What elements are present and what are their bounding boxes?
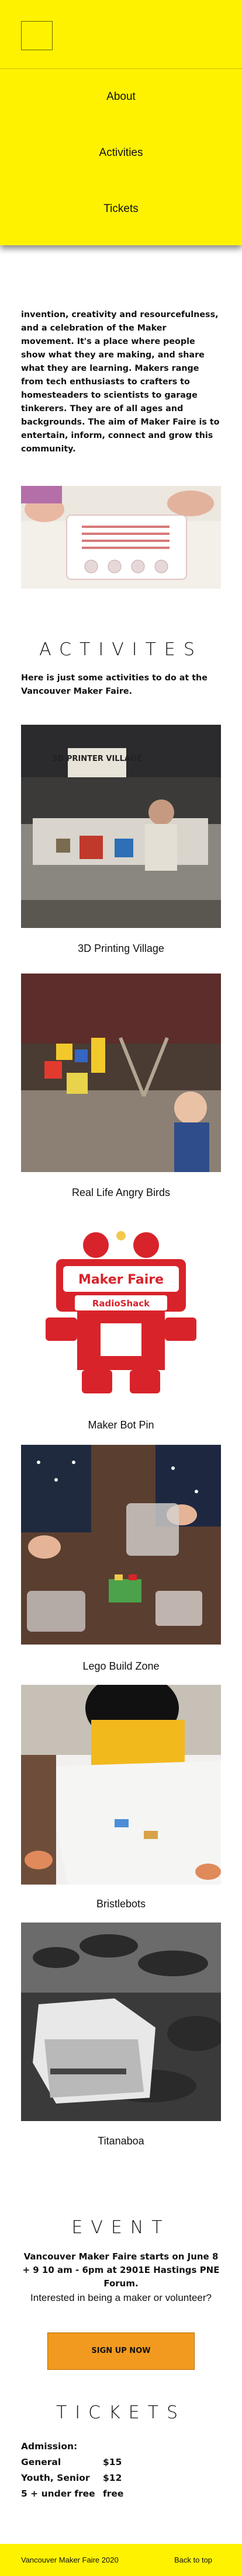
activity-caption: Real Life Angry Birds bbox=[71, 1187, 171, 1198]
ticket-label: Youth, Senior bbox=[21, 2473, 90, 2483]
ticket-label: 5 + under free bbox=[21, 2488, 95, 2499]
ticket-price: $15 bbox=[103, 2457, 122, 2467]
site-nav: About Activities Tickets bbox=[0, 0, 242, 245]
ticket-row: 5 + under free free bbox=[21, 2486, 138, 2502]
nav-link-activities[interactable]: Activities bbox=[0, 125, 242, 181]
ticket-label: General bbox=[21, 2457, 61, 2467]
activity-photo-3d-printing: 3D PRINTER VILLAGE bbox=[21, 725, 221, 928]
activity-photo-bristlebots bbox=[21, 1685, 221, 1885]
nav-link-tickets[interactable]: Tickets bbox=[0, 181, 242, 237]
tickets-table: Admission: General $15 Youth, Senior $12… bbox=[21, 2439, 138, 2502]
about-text: invention, creativity and resourcefulnes… bbox=[21, 310, 220, 454]
ticket-row: General $15 bbox=[21, 2455, 138, 2470]
activity-photo-angry-birds bbox=[21, 974, 221, 1172]
activity-caption: 3D Printing Village bbox=[78, 943, 164, 954]
ticket-price: $12 bbox=[103, 2473, 122, 2483]
sign-up-button[interactable]: SIGN UP NOW bbox=[47, 2332, 195, 2370]
event-heading: EVENT bbox=[71, 2217, 171, 2238]
nav-header bbox=[0, 0, 242, 69]
activity-caption: Lego Build Zone bbox=[82, 1660, 160, 1672]
activity-photo-lego bbox=[21, 1445, 221, 1645]
site-footer: Vancouver Maker Faire 2020 Back to top bbox=[0, 2544, 242, 2576]
nav-menu: About Activities Tickets bbox=[0, 69, 242, 237]
activity-caption: Bristlebots bbox=[96, 1898, 146, 1910]
activity-caption: Titanaboa bbox=[98, 2135, 144, 2147]
activities-lead: Here is just some activities to do at th… bbox=[21, 673, 208, 696]
activities-heading: ACTIVITES bbox=[39, 639, 203, 660]
footer-copyright: Vancouver Maker Faire 2020 bbox=[21, 2556, 119, 2564]
logo-icon[interactable] bbox=[21, 21, 53, 50]
3d-village-sign: 3D PRINTER VILLAGE bbox=[53, 755, 142, 763]
ticket-price: free bbox=[103, 2488, 124, 2499]
badge-maker-faire-text: Maker Faire bbox=[78, 1273, 164, 1287]
activity-caption: Maker Bot Pin bbox=[88, 1419, 154, 1431]
event-prompt: Interested in being a maker or volunteer… bbox=[30, 2292, 212, 2303]
ticket-row: Youth, Senior $12 bbox=[21, 2470, 138, 2486]
tickets-title: Admission: bbox=[21, 2441, 78, 2452]
tickets-heading: TICKETS bbox=[56, 2403, 186, 2423]
back-to-top-link[interactable]: Back to top bbox=[174, 2556, 212, 2564]
event-details: Vancouver Maker Faire starts on June 8 +… bbox=[22, 2251, 220, 2289]
activity-photo-maker-bot-pin: Maker Faire RadioShack bbox=[21, 1215, 221, 1412]
badge-radioshack-text: RadioShack bbox=[92, 1298, 150, 1309]
about-photo bbox=[21, 486, 221, 589]
activity-photo-titanaboa bbox=[21, 1923, 221, 2121]
nav-link-about[interactable]: About bbox=[0, 69, 242, 125]
